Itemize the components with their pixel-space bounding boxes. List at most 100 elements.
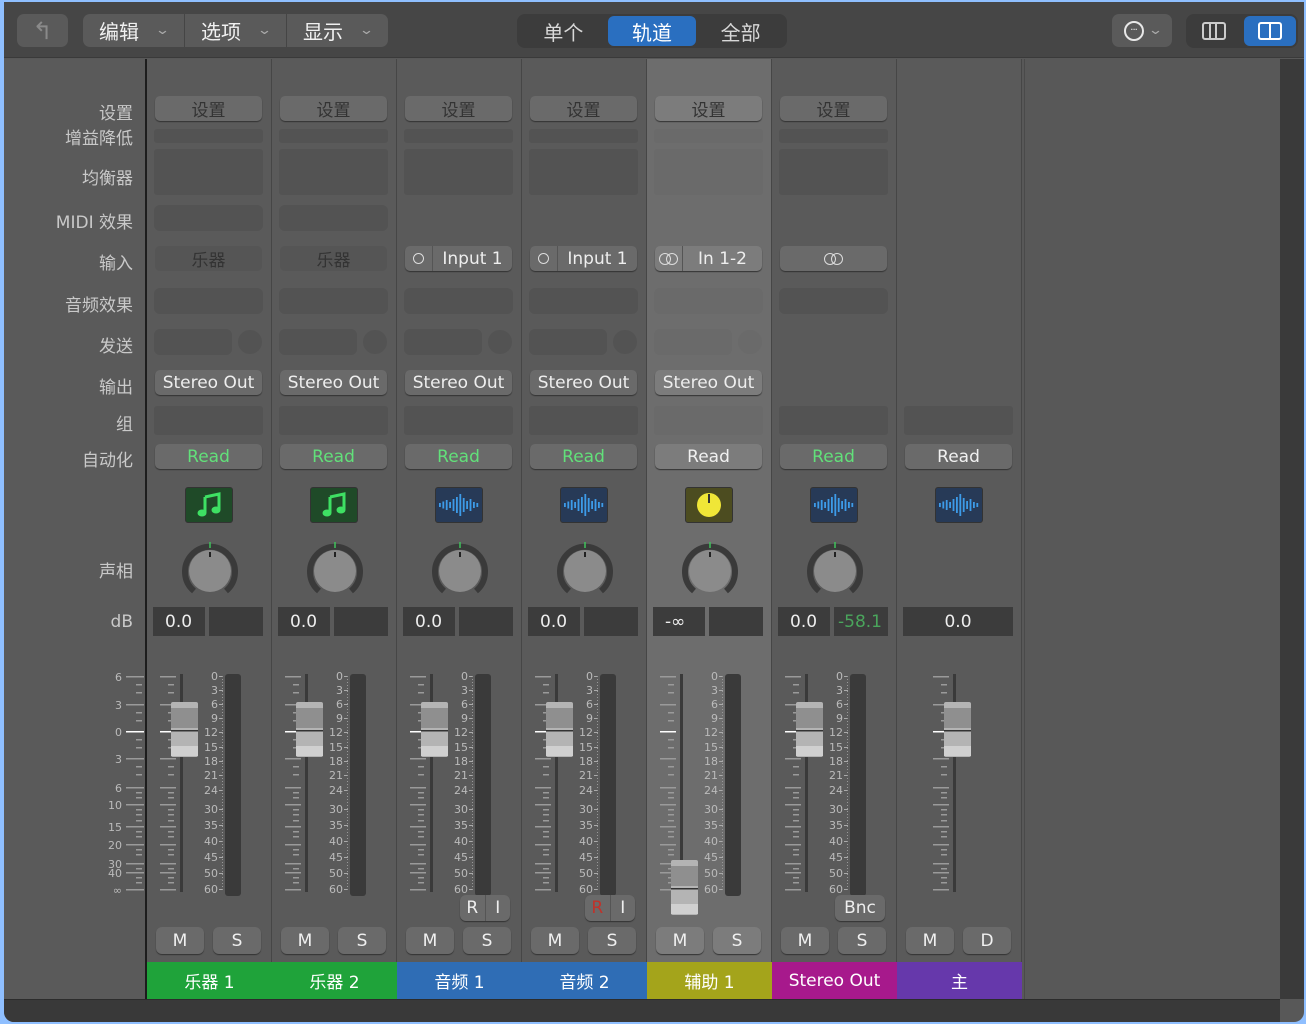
mute-button[interactable]: M [656,927,704,954]
volume-readout[interactable]: 0.0 [778,607,830,636]
instrument-slot[interactable]: 乐器 [280,246,387,271]
send-level-knob[interactable] [238,330,262,354]
record-enable-button[interactable]: R [585,895,611,921]
track-name[interactable]: 音频 2 [522,962,647,999]
solo-button[interactable]: S [463,927,511,954]
waveform-icon[interactable] [810,487,858,523]
automation-mode-button[interactable]: Read [655,444,762,469]
group-slot[interactable] [654,406,763,435]
layout-three-column-button[interactable] [1188,16,1240,46]
view-menu[interactable]: 显示 ⌄ [287,14,388,47]
options-menu[interactable]: 选项 ⌄ [185,14,287,47]
tab-tracks[interactable]: 轨道 [607,16,697,46]
peak-readout[interactable] [209,607,263,636]
volume-readout[interactable]: 0.0 [528,607,580,636]
volume-fader[interactable]: 036912 151821 24 30 35 40 45 50 60 [272,664,397,944]
instrument-slot[interactable]: 乐器 [155,246,262,271]
volume-fader[interactable] [897,664,1022,944]
input-button[interactable]: Input 1 [530,246,637,271]
automation-mode-button[interactable]: Read [780,444,887,469]
group-slot[interactable] [904,406,1013,435]
group-slot[interactable] [529,406,638,435]
mute-button[interactable]: M [531,927,579,954]
group-slot[interactable] [154,406,263,435]
back-button[interactable]: ↰ [17,14,68,47]
volume-readout[interactable]: 0.0 [403,607,455,636]
audio-fx-slot[interactable] [529,288,638,314]
tab-single[interactable]: 单个 [519,16,608,46]
automation-mode-button[interactable]: Read [405,444,512,469]
volume-readout[interactable]: 0.0 [903,607,1013,636]
more-options-button[interactable]: ··· ⌄ [1112,14,1172,47]
channel-strip[interactable]: 设置 乐器 Stereo Out Read 0.0 0 3 6 9 12 15 18 21 24 30 35 4… [147,59,272,999]
pan-knob[interactable] [681,542,739,600]
automation-mode-button[interactable]: Read [155,444,262,469]
mute-button[interactable]: M [781,927,829,954]
aux-knob-icon[interactable] [685,487,733,523]
edit-menu[interactable]: 编辑 ⌄ [83,14,185,47]
channel-strip[interactable]: Read 0.0 M D 主 [897,59,1022,999]
setting-button[interactable]: 设置 [780,96,887,121]
send-slot[interactable] [279,329,357,355]
channel-strip[interactable]: 设置 Read 0.0 -58.1 0 3 6 9 12 15 18 21 24 30 35 40 45 50 60… [772,59,897,999]
volume-fader[interactable]: 036912 151821 24 30 35 40 45 50 60 [147,664,272,944]
solo-button[interactable]: S [338,927,386,954]
track-name[interactable]: Stereo Out [772,962,897,999]
track-name[interactable]: 乐器 2 [272,962,397,999]
volume-readout[interactable]: 0.0 [278,607,330,636]
audio-fx-slot[interactable] [654,288,763,314]
automation-mode-button[interactable]: Read [530,444,637,469]
mute-button[interactable]: M [281,927,329,954]
tab-all[interactable]: 全部 [696,16,785,46]
audio-fx-slot[interactable] [779,288,888,314]
mute-button[interactable]: M [906,927,954,954]
send-level-knob[interactable] [613,330,637,354]
eq-thumbnail[interactable] [529,149,638,195]
setting-button[interactable]: 设置 [530,96,637,121]
peak-readout[interactable] [709,607,763,636]
record-enable-button[interactable]: R [460,895,486,921]
pan-knob[interactable] [556,542,614,600]
pan-knob[interactable] [431,542,489,600]
volume-fader[interactable]: 036912 151821 24 30 35 40 45 50 60 [647,664,772,944]
input-monitor-button[interactable]: I [486,895,511,921]
bounce-button[interactable]: Bnc [835,895,885,921]
midi-fx-slot[interactable] [154,205,263,231]
input-button[interactable]: In 1-2 [655,246,762,271]
group-slot[interactable] [404,406,513,435]
send-slot[interactable] [529,329,607,355]
music-note-icon[interactable] [185,487,233,523]
pan-knob[interactable] [181,542,239,600]
automation-mode-button[interactable]: Read [280,444,387,469]
dim-button[interactable]: D [963,927,1011,954]
solo-button[interactable]: S [213,927,261,954]
track-name[interactable]: 乐器 1 [147,962,272,999]
waveform-icon[interactable] [435,487,483,523]
track-name[interactable]: 主 [897,962,1022,999]
output-button[interactable]: Stereo Out [655,370,762,395]
eq-thumbnail[interactable] [654,149,763,195]
setting-button[interactable]: 设置 [405,96,512,121]
setting-button[interactable]: 设置 [655,96,762,121]
mute-button[interactable]: M [156,927,204,954]
peak-readout[interactable] [459,607,513,636]
peak-readout[interactable]: -58.1 [834,607,888,636]
audio-fx-slot[interactable] [279,288,388,314]
solo-button[interactable]: S [713,927,761,954]
pan-knob[interactable] [806,542,864,600]
volume-readout[interactable]: 0.0 [153,607,205,636]
waveform-icon[interactable] [560,487,608,523]
mute-button[interactable]: M [406,927,454,954]
music-note-icon[interactable] [310,487,358,523]
send-level-knob[interactable] [738,330,762,354]
send-slot[interactable] [654,329,732,355]
eq-thumbnail[interactable] [154,149,263,195]
track-name[interactable]: 音频 1 [397,962,522,999]
solo-button[interactable]: S [838,927,886,954]
setting-button[interactable]: 设置 [280,96,387,121]
track-name[interactable]: 辅助 1 [647,962,772,999]
output-button[interactable]: Stereo Out [405,370,512,395]
pan-knob[interactable] [306,542,364,600]
send-level-knob[interactable] [363,330,387,354]
audio-fx-slot[interactable] [154,288,263,314]
